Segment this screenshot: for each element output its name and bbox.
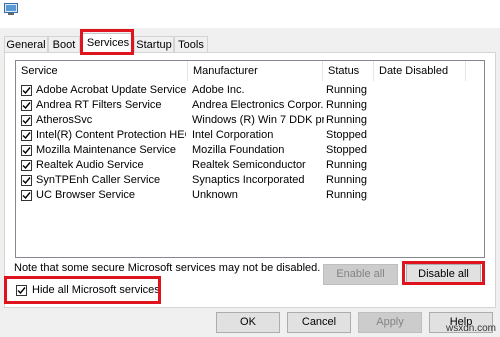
ok-button[interactable]: OK bbox=[216, 312, 280, 333]
service-checkbox[interactable] bbox=[21, 160, 32, 171]
table-row[interactable]: Realtek Audio Service Realtek Semiconduct… bbox=[16, 158, 484, 173]
cell-status: Running bbox=[326, 99, 367, 111]
cell-manufacturer: Realtek Semiconductor bbox=[192, 159, 306, 171]
table-row[interactable]: Mozilla Maintenance Service Mozilla Found… bbox=[16, 143, 484, 158]
services-list[interactable]: Service Manufacturer Status Date Disable… bbox=[15, 60, 485, 258]
table-row[interactable]: UC Browser Service Unknown Running bbox=[16, 188, 484, 203]
disable-all-button[interactable]: Disable all bbox=[406, 264, 481, 285]
cell-service: Adobe Acrobat Update Service bbox=[36, 84, 186, 96]
cell-manufacturer: Andrea Electronics Corpor... bbox=[192, 99, 324, 111]
hide-microsoft-services-checkbox[interactable] bbox=[16, 285, 27, 296]
service-checkbox[interactable] bbox=[21, 175, 32, 186]
cell-status: Stopped bbox=[326, 129, 367, 141]
service-checkbox[interactable] bbox=[21, 85, 32, 96]
watermark: wsxdn.com bbox=[445, 323, 496, 334]
cell-manufacturer: Adobe Inc. bbox=[192, 84, 245, 96]
cell-service: Intel(R) Content Protection HEC... bbox=[36, 129, 186, 141]
service-checkbox[interactable] bbox=[21, 190, 32, 201]
column-header-date-disabled[interactable]: Date Disabled bbox=[374, 61, 466, 81]
tab-startup[interactable]: Startup bbox=[134, 36, 174, 52]
service-checkbox[interactable] bbox=[21, 130, 32, 141]
tab-tools[interactable]: Tools bbox=[174, 36, 208, 52]
cell-status: Running bbox=[326, 174, 367, 186]
tab-boot[interactable]: Boot bbox=[48, 36, 80, 52]
column-header-service[interactable]: Service bbox=[16, 61, 188, 81]
cancel-button[interactable]: Cancel bbox=[287, 312, 351, 333]
table-row[interactable]: Adobe Acrobat Update Service Adobe Inc. Ru… bbox=[16, 83, 484, 98]
system-configuration-app-icon bbox=[4, 3, 18, 15]
hide-microsoft-services-label[interactable]: Hide all Microsoft services bbox=[32, 284, 160, 296]
service-checkbox[interactable] bbox=[21, 145, 32, 156]
cell-status: Running bbox=[326, 114, 367, 126]
cell-manufacturer: Mozilla Foundation bbox=[192, 144, 285, 156]
cell-service: Andrea RT Filters Service bbox=[36, 99, 162, 111]
tab-general[interactable]: General bbox=[4, 36, 48, 52]
cell-status: Stopped bbox=[326, 144, 367, 156]
tab-services[interactable]: Services bbox=[82, 33, 134, 53]
cell-status: Running bbox=[326, 84, 367, 96]
cell-status: Running bbox=[326, 189, 367, 201]
table-row[interactable]: Intel(R) Content Protection HEC... Intel … bbox=[16, 128, 484, 143]
apply-button[interactable]: Apply bbox=[358, 312, 422, 333]
cell-service: AtherosSvc bbox=[36, 114, 93, 126]
cell-service: Mozilla Maintenance Service bbox=[36, 144, 177, 156]
cell-manufacturer: Intel Corporation bbox=[192, 129, 274, 141]
cell-service: SynTPEnh Caller Service bbox=[36, 174, 161, 186]
cell-manufacturer: Unknown bbox=[192, 189, 238, 201]
service-checkbox[interactable] bbox=[21, 100, 32, 111]
cell-service: UC Browser Service bbox=[36, 189, 136, 201]
cell-status: Running bbox=[326, 159, 367, 171]
enable-all-button[interactable]: Enable all bbox=[323, 264, 398, 285]
title-bar bbox=[0, 0, 500, 28]
column-header-manufacturer[interactable]: Manufacturer bbox=[188, 61, 323, 81]
cell-manufacturer: Windows (R) Win 7 DDK pr... bbox=[192, 114, 324, 126]
table-row[interactable]: SynTPEnh Caller Service Synaptics Incorpo… bbox=[16, 173, 484, 188]
table-row[interactable]: AtherosSvc Windows (R) Win 7 DDK pr... Run… bbox=[16, 113, 484, 128]
note-text: Note that some secure Microsoft services… bbox=[14, 262, 321, 274]
service-checkbox[interactable] bbox=[21, 115, 32, 126]
cell-service: Realtek Audio Service bbox=[36, 159, 144, 171]
table-row[interactable]: Andrea RT Filters Service Andrea Electron… bbox=[16, 98, 484, 113]
column-header-status[interactable]: Status bbox=[323, 61, 374, 81]
cell-manufacturer: Synaptics Incorporated bbox=[192, 174, 305, 186]
